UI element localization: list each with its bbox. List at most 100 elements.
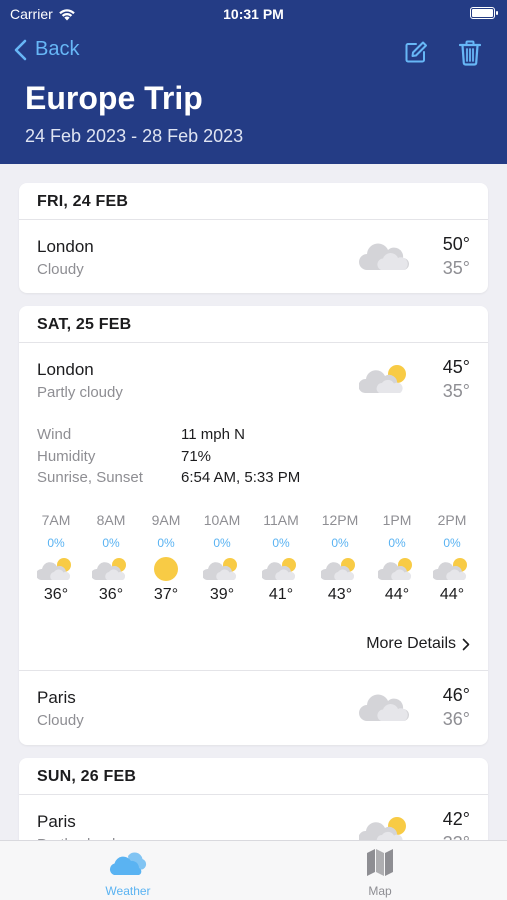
trip-title: Europe Trip — [25, 80, 203, 116]
partly-cloudy-icon — [359, 365, 406, 393]
partly-cloudy-icon — [260, 558, 296, 580]
hour-temp: 44° — [384, 586, 410, 603]
hour-precip: 0% — [157, 536, 175, 550]
header: Carrier 10:31 PM Back Europe Trip 24 Feb… — [0, 0, 507, 164]
map-icon — [367, 849, 393, 876]
hour-precip: 0% — [213, 536, 231, 550]
trip-dates: 24 Feb 2023 - 28 Feb 2023 — [25, 126, 244, 146]
delete-button[interactable] — [458, 40, 482, 71]
weather-icon — [109, 852, 147, 875]
more-details-label: More Details — [366, 635, 456, 652]
hour-time: 2PM — [437, 512, 467, 528]
partly-cloudy-icon — [376, 558, 412, 580]
temp-high: 42° — [442, 809, 470, 829]
city-row-paris[interactable]: Paris Cloudy 46° 36° — [19, 671, 488, 745]
day-header: FRI, 24 FEB — [19, 183, 488, 220]
hour-time: 1PM — [382, 512, 412, 528]
hour-temp: 36° — [43, 586, 69, 603]
hourly-item: 11AM 0% 41° — [253, 512, 309, 604]
city-row-london[interactable]: London Partly cloudy 45° 35° — [19, 343, 488, 417]
day-header: SAT, 25 FEB — [19, 306, 488, 343]
day-card: SAT, 25 FEB London Partly cloudy 45° 35°… — [19, 306, 488, 745]
hourly-item: 9AM 0% 37° — [138, 512, 194, 604]
hourly-forecast: 7AM 0% 36° 8AM 0% 36° 9AM 0% 37° 10AM 0%… — [19, 512, 488, 622]
back-label: Back — [35, 38, 80, 60]
detail-label: Humidity — [37, 447, 96, 465]
status-time: 10:31 PM — [223, 6, 284, 22]
hour-time: 9AM — [151, 512, 181, 528]
hour-time: 10AM — [203, 512, 241, 528]
hour-icon-wrap — [424, 556, 480, 582]
tab-label: Map — [368, 884, 392, 898]
city-name: Paris — [37, 688, 76, 707]
hour-icon-wrap — [194, 556, 250, 582]
hourly-item: 10AM 0% 39° — [194, 512, 250, 604]
temp-high: 50° — [442, 234, 470, 254]
temp-low: 36° — [442, 709, 470, 729]
city-condition: Cloudy — [37, 712, 84, 729]
hour-icon-wrap — [28, 556, 84, 582]
hour-precip: 0% — [102, 536, 120, 550]
hourly-item: 12PM 0% 43° — [312, 512, 368, 604]
chevron-left-icon — [14, 39, 27, 60]
hour-precip: 0% — [47, 536, 65, 550]
city-name: London — [37, 360, 94, 379]
temp-high: 46° — [442, 685, 470, 705]
hour-precip: 0% — [388, 536, 406, 550]
hour-precip: 0% — [443, 536, 461, 550]
partly-cloudy-icon — [90, 558, 126, 580]
day-card: FRI, 24 FEB London Cloudy 50° 35° — [19, 183, 488, 293]
back-button[interactable]: Back — [14, 38, 79, 61]
hour-time: 11AM — [263, 512, 299, 528]
cloud-icon — [359, 694, 409, 721]
hour-precip: 0% — [331, 536, 349, 550]
partly-cloudy-icon — [319, 558, 355, 580]
partly-cloudy-icon — [201, 558, 237, 580]
detail-value: 6:54 AM, 5:33 PM — [181, 469, 301, 486]
nav-bar: Back — [0, 36, 507, 70]
city-name: Paris — [37, 812, 76, 831]
detail-label: Sunrise, Sunset — [37, 469, 143, 486]
detail-label: Wind — [37, 426, 72, 443]
hour-icon-wrap — [253, 556, 309, 582]
battery-icon — [470, 7, 498, 19]
hour-temp: 39° — [209, 586, 235, 603]
edit-button[interactable] — [404, 40, 428, 69]
hour-time: 7AM — [41, 512, 71, 528]
hour-icon-wrap — [83, 556, 139, 582]
detail-value: 11 mph N — [181, 426, 245, 443]
hour-time: 8AM — [96, 512, 126, 528]
city-condition: Partly cloudy — [37, 384, 123, 401]
hour-icon-wrap — [312, 556, 368, 582]
hour-temp: 44° — [439, 586, 465, 603]
hourly-item: 1PM 0% 44° — [369, 512, 425, 604]
temp-low: 35° — [442, 258, 470, 278]
hourly-item: 8AM 0% 36° — [83, 512, 139, 604]
hour-temp: 41° — [268, 586, 294, 603]
tab-weather[interactable]: Weather — [68, 847, 188, 898]
hour-icon-wrap — [138, 556, 194, 582]
partly-cloudy-icon — [35, 558, 71, 580]
temp-low: 35° — [442, 381, 470, 401]
hour-precip: 0% — [272, 536, 290, 550]
hour-time: 12PM — [321, 512, 359, 528]
more-details-button[interactable]: More Details — [366, 635, 470, 653]
city-name: London — [37, 237, 94, 256]
chevron-right-icon — [462, 638, 470, 650]
edit-icon — [405, 41, 427, 63]
tab-bar: Weather Map — [0, 840, 507, 900]
sun-icon — [154, 557, 178, 581]
hour-temp: 36° — [98, 586, 124, 603]
city-row-london[interactable]: London Cloudy 50° 35° — [19, 220, 488, 293]
cloud-icon — [359, 243, 409, 270]
city-condition: Cloudy — [37, 261, 84, 278]
hourly-item: 7AM 0% 36° — [28, 512, 84, 604]
hour-temp: 37° — [153, 586, 179, 603]
hourly-item: 2PM 0% 44° — [424, 512, 480, 604]
hour-temp: 43° — [327, 586, 353, 603]
partly-cloudy-icon — [431, 558, 467, 580]
tab-map[interactable]: Map — [320, 847, 440, 898]
hour-icon-wrap — [369, 556, 425, 582]
detail-value: 71% — [181, 447, 212, 465]
trash-icon — [458, 40, 482, 66]
